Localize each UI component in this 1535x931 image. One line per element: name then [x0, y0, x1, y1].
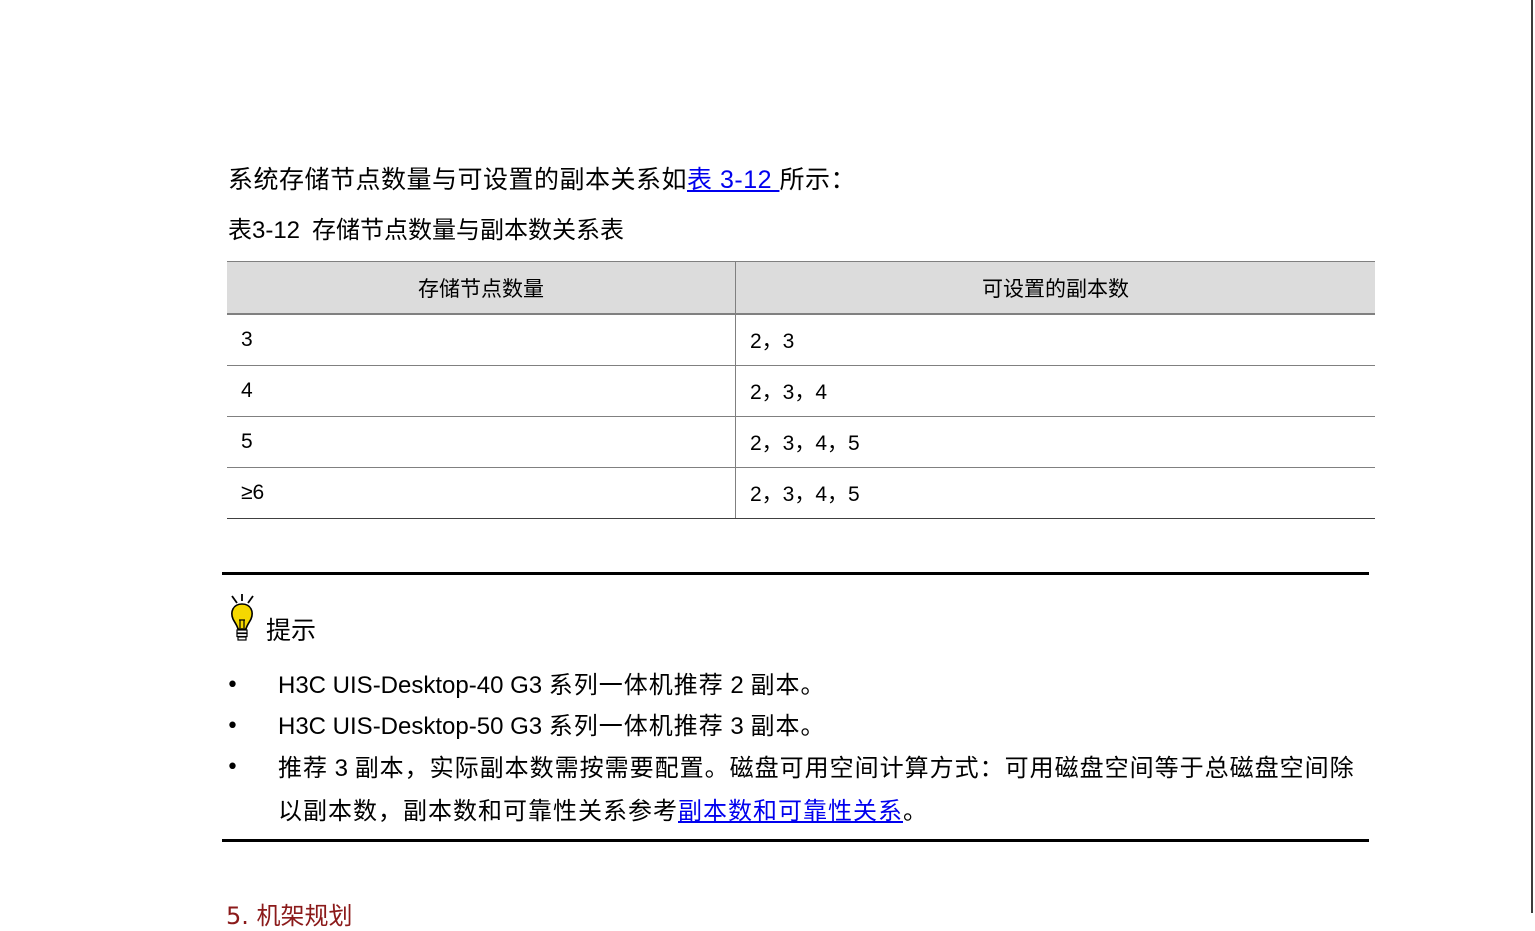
list-item: 推荐 3 副本，实际副本数需按需要配置。磁盘可用空间计算方式：可用磁盘空间等于总… [222, 747, 1369, 832]
item-text: 系列一体机推荐 [548, 712, 724, 740]
next-section-heading: 5. 机架规划 [226, 902, 353, 930]
table-header-row: 存储节点数量 可设置的副本数 [227, 261, 1375, 315]
item-text: 推荐 [278, 754, 328, 782]
item-end: 副本。 [750, 671, 826, 699]
item-model: H3C UIS-Desktop-40 G3 [278, 672, 549, 699]
cell-node-count: 3 [227, 314, 736, 366]
item-number: 3 [328, 755, 355, 782]
header-node-count: 存储节点数量 [227, 261, 736, 315]
list-item: H3C UIS-Desktop-40 G3 系列一体机推荐 2 副本。 [222, 665, 1369, 706]
cell-replica-count: 2，3 [735, 314, 1375, 366]
intro-paragraph: 系统存储节点数量与可设置的副本关系如表 3-12 所示： [228, 163, 856, 197]
item-end: 。 [903, 797, 928, 825]
cell-node-count: ≥6 [227, 467, 736, 519]
cell-replica-count: 2，3，4，5 [735, 416, 1375, 468]
replica-table: 存储节点数量 可设置的副本数 3 2，3 4 2，3，4 5 2，3，4，5 ≥… [227, 261, 1375, 519]
tip-label: 提示 [266, 616, 317, 645]
header-replica-count: 可设置的副本数 [735, 261, 1375, 315]
table-row: 3 2，3 [227, 314, 1375, 366]
item-model: H3C UIS-Desktop-50 G3 [278, 713, 549, 740]
cell-replica-count: 2，3，4，5 [735, 467, 1375, 519]
table-row: ≥6 2，3，4，5 [227, 467, 1375, 519]
cell-node-count: 5 [227, 416, 736, 468]
page-right-border [1531, 0, 1533, 913]
item-number: 3 [723, 713, 751, 740]
cell-replica-count: 2，3，4 [735, 365, 1375, 417]
table-row: 4 2，3，4 [227, 365, 1375, 417]
reliability-link[interactable]: 副本数和可靠性关系 [678, 797, 903, 825]
intro-text-after: 所示： [779, 165, 856, 194]
cell-node-count: 4 [227, 365, 736, 417]
table-caption-number: 表3-12 [228, 217, 301, 244]
list-item: H3C UIS-Desktop-50 G3 系列一体机推荐 3 副本。 [222, 706, 1369, 747]
item-end: 副本。 [750, 712, 826, 740]
intro-text-before: 系统存储节点数量与可设置的副本关系如 [228, 165, 688, 194]
table-row: 5 2，3，4，5 [227, 416, 1375, 468]
tip-box: 提示 H3C UIS-Desktop-40 G3 系列一体机推荐 2 副本。 H… [222, 572, 1369, 842]
item-text: 系列一体机推荐 [548, 671, 724, 699]
table-caption-title: 存储节点数量与副本数关系表 [312, 216, 625, 244]
item-number: 2 [723, 672, 751, 699]
tip-list: H3C UIS-Desktop-40 G3 系列一体机推荐 2 副本。 H3C … [222, 665, 1369, 832]
lightbulb-icon [231, 594, 254, 641]
table-reference-link[interactable]: 表 3-12 [687, 166, 779, 194]
table-caption: 表3-12 存储节点数量与副本数关系表 [228, 214, 624, 247]
